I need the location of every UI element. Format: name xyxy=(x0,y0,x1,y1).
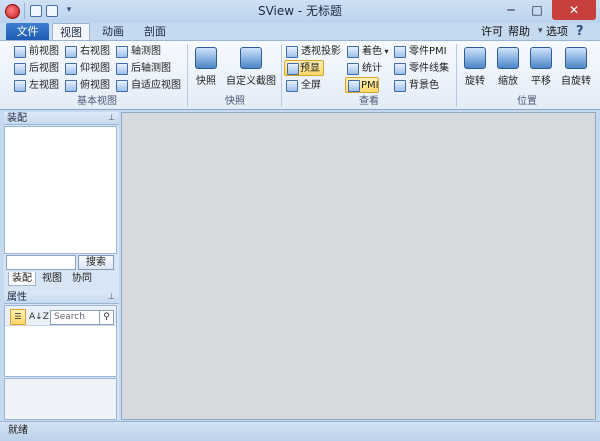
group-label-basic-views: 基本视图 xyxy=(77,96,117,107)
panel-tab-assembly[interactable]: 装配 xyxy=(8,272,36,286)
left-view-icon xyxy=(14,80,26,92)
tab-file[interactable]: 文件 xyxy=(6,23,49,40)
screenshot-icon xyxy=(240,47,262,69)
maximize-button[interactable]: □ xyxy=(524,0,550,20)
3d-viewport[interactable] xyxy=(121,112,596,420)
search-icon[interactable]: ⚲ xyxy=(100,310,114,325)
pan-button[interactable]: 平移 xyxy=(526,44,556,97)
group-divider xyxy=(456,44,457,107)
properties-search-input[interactable]: Search xyxy=(50,310,100,325)
part-pmi-button[interactable]: 零件PMI xyxy=(394,44,450,60)
help-icon[interactable]: ? xyxy=(576,24,584,39)
help-link[interactable]: 帮助 xyxy=(508,24,530,39)
top-view-button[interactable]: 俯视图 xyxy=(65,78,113,94)
bottom-view-button[interactable]: 仰视图 xyxy=(65,61,113,77)
zoom-button[interactable]: 缩放 xyxy=(493,44,523,97)
perspective-projection-button[interactable]: 透视投影 xyxy=(286,44,344,60)
axonometric-view-icon xyxy=(116,46,128,58)
statistics-button[interactable]: 统计 xyxy=(347,61,391,77)
window-title: SView - 无标题 xyxy=(257,4,343,18)
back-view-icon xyxy=(14,63,26,75)
pin-icon[interactable]: ⊥ xyxy=(108,292,116,302)
front-view-button[interactable]: 前视图 xyxy=(14,44,62,60)
group-label-position: 位置 xyxy=(517,96,537,107)
close-button[interactable]: ✕ xyxy=(552,0,596,20)
group-divider xyxy=(281,44,282,107)
categorized-view-button[interactable]: ☰ xyxy=(10,309,26,325)
pan-icon xyxy=(530,47,552,69)
pmi-button[interactable]: PMI xyxy=(345,77,379,93)
rotate-button[interactable]: 旋转 xyxy=(460,44,490,97)
perspective-icon xyxy=(286,46,298,58)
quick-access-menu-icon[interactable]: ▾ xyxy=(64,4,74,17)
shading-icon xyxy=(347,46,359,58)
group-label-snapshot: 快照 xyxy=(225,96,245,107)
part-pmi-icon xyxy=(394,46,406,58)
fullscreen-button[interactable]: 全屏 xyxy=(286,78,326,94)
part-line-set-button[interactable]: 零件线集 xyxy=(394,61,450,77)
top-view-icon xyxy=(65,80,77,92)
rotate-icon xyxy=(464,47,486,69)
preview-icon xyxy=(287,63,299,75)
tab-view[interactable]: 视图 xyxy=(52,23,90,40)
line-set-icon xyxy=(394,63,406,75)
tab-animation[interactable]: 动画 xyxy=(96,23,130,40)
palette-icon xyxy=(394,80,406,92)
group-label-view: 查看 xyxy=(359,96,379,107)
panel-tab-collaboration[interactable]: 协同 xyxy=(68,272,96,286)
assembly-panel-title: 装配 xyxy=(4,112,119,125)
status-bar xyxy=(0,421,600,441)
quick-access-divider xyxy=(24,3,25,19)
snapshot-button[interactable]: 快照 xyxy=(191,44,221,97)
shading-dropdown[interactable]: 着色 ▾ xyxy=(347,44,391,60)
auto-rotate-button[interactable]: 自旋转 xyxy=(558,44,594,97)
axonometric-view-button[interactable]: 轴测图 xyxy=(116,44,164,60)
bottom-view-icon xyxy=(65,63,77,75)
chevron-down-icon: ▾ xyxy=(382,47,389,56)
camera-icon xyxy=(195,47,217,69)
license-link[interactable]: 许可 xyxy=(481,24,503,39)
sort-alphabetical-icon[interactable]: A↓Z xyxy=(29,309,49,325)
fullscreen-icon xyxy=(286,80,298,92)
statistics-icon xyxy=(347,63,359,75)
pin-icon[interactable]: ⊥ xyxy=(108,113,116,123)
zoom-icon xyxy=(497,47,519,69)
front-view-icon xyxy=(14,46,26,58)
open-file-icon[interactable] xyxy=(30,5,42,17)
fit-view-icon xyxy=(116,80,128,92)
properties-description xyxy=(4,378,117,420)
options-dropdown-icon[interactable]: ▾ xyxy=(538,24,543,39)
background-color-button[interactable]: 背景色 xyxy=(394,78,444,94)
auto-rotate-icon xyxy=(565,47,587,69)
back-view-button[interactable]: 后视图 xyxy=(14,61,62,77)
back-axonometric-view-icon xyxy=(116,63,128,75)
pmi-icon xyxy=(348,80,360,92)
back-axonometric-view-button[interactable]: 后轴测图 xyxy=(116,61,176,77)
assembly-tree[interactable] xyxy=(4,126,117,254)
assembly-search-button[interactable]: 搜索 xyxy=(78,255,114,270)
preview-button[interactable]: 预显 xyxy=(284,60,324,76)
properties-panel-title: 属性 xyxy=(4,291,119,304)
custom-screenshot-button[interactable]: 自定义截图 xyxy=(224,44,278,97)
save-icon[interactable] xyxy=(46,5,58,17)
fit-view-button[interactable]: 自适应视图 xyxy=(116,78,184,94)
right-view-button[interactable]: 右视图 xyxy=(65,44,113,60)
status-text: 就绪 xyxy=(8,425,28,436)
assembly-search-input[interactable] xyxy=(6,255,76,270)
panel-tab-view[interactable]: 视图 xyxy=(38,272,66,286)
group-divider xyxy=(187,44,188,107)
app-logo-icon[interactable] xyxy=(5,4,20,19)
tab-section[interactable]: 剖面 xyxy=(138,23,172,40)
right-view-icon xyxy=(65,46,77,58)
options-link[interactable]: 选项 xyxy=(546,24,568,39)
minimize-button[interactable]: ─ xyxy=(498,0,524,20)
left-view-button[interactable]: 左视图 xyxy=(14,78,62,94)
